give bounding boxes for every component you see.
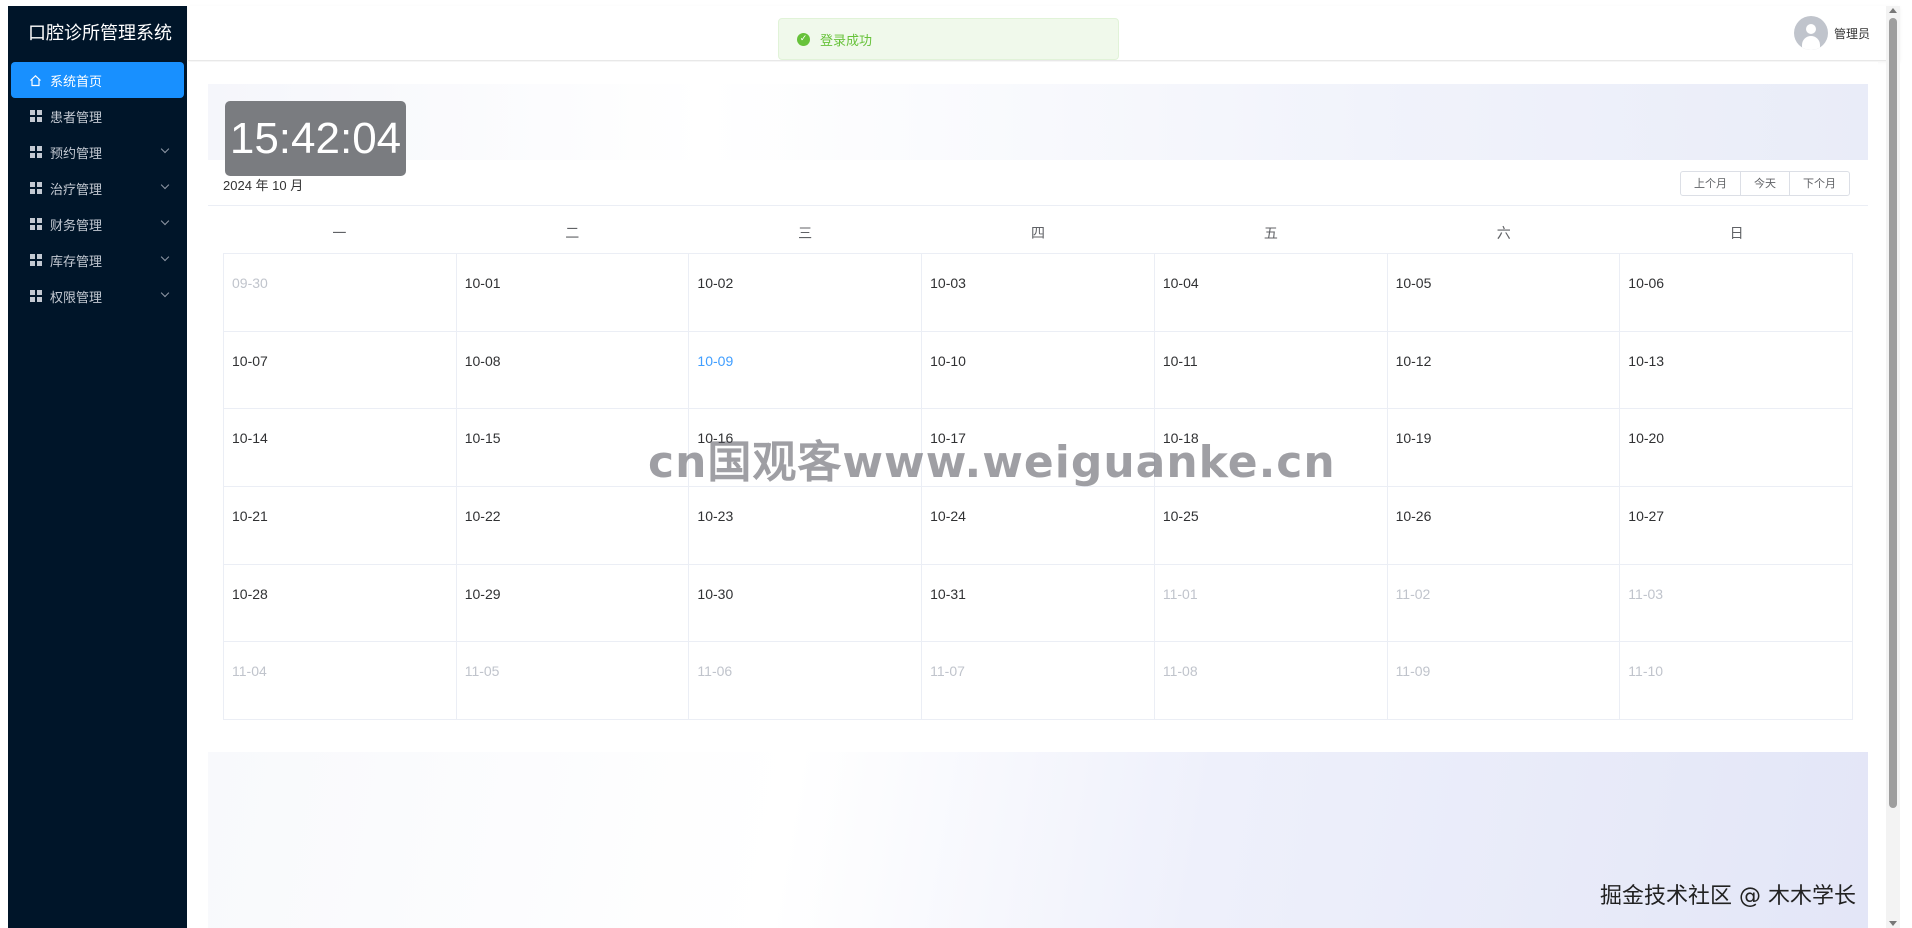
sidebar-item-label: 库存管理	[50, 254, 103, 270]
main-content: 15:42:04 2024 年 10 月 上个月 今天 下个月 一二三四五六日 …	[188, 62, 1878, 928]
calendar-day-cell[interactable]: 11-07	[922, 642, 1155, 720]
calendar-day-cell[interactable]: 10-13	[1620, 331, 1853, 410]
grid-icon	[29, 290, 42, 303]
calendar-day-cell[interactable]: 11-09	[1387, 642, 1621, 720]
calendar-day-cell[interactable]: 10-21	[224, 486, 457, 565]
sidebar-item-label: 预约管理	[50, 146, 103, 162]
grid-icon	[29, 218, 42, 231]
app-window: 口腔诊所管理系统 系统首页患者管理预约管理治疗管理财务管理库存管理权限管理 ✓ …	[8, 6, 1900, 928]
calendar-day-cell[interactable]: 11-06	[689, 642, 923, 720]
calendar-day-cell[interactable]: 10-01	[456, 254, 690, 332]
calendar-day-cell[interactable]: 09-30	[224, 254, 457, 332]
calendar-day-cell[interactable]: 11-05	[456, 642, 690, 720]
calendar-day-cell[interactable]: 11-02	[1387, 564, 1621, 643]
sidebar-item-0[interactable]: 系统首页	[11, 62, 184, 98]
weekday-label: 三	[798, 226, 813, 242]
weekday-label: 日	[1729, 226, 1744, 242]
success-toast: ✓ 登录成功	[778, 18, 1119, 60]
chevron-down-icon	[160, 288, 170, 298]
banner-background: 15:42:04	[208, 84, 1868, 176]
weekday-label: 六	[1496, 226, 1511, 242]
check-circle-icon: ✓	[797, 32, 810, 46]
calendar-day-cell[interactable]: 10-04	[1154, 254, 1388, 332]
page-scrollbar[interactable]	[1886, 6, 1900, 928]
calendar-day-cell[interactable]: 10-24	[922, 486, 1155, 565]
calendar-day-cell[interactable]: 10-05	[1387, 254, 1621, 332]
calendar-day-cell[interactable]: 10-07	[224, 331, 457, 410]
next-month-button[interactable]: 下个月	[1789, 171, 1850, 196]
calendar-day-cell[interactable]: 10-22	[456, 486, 690, 565]
scroll-thumb[interactable]	[1889, 18, 1897, 808]
sidebar-item-3[interactable]: 治疗管理	[11, 170, 184, 206]
calendar-day-cell[interactable]: 10-02	[689, 254, 923, 332]
home-icon	[29, 74, 42, 87]
calendar-day-cell[interactable]: 10-11	[1154, 331, 1388, 410]
calendar-title: 2024 年 10 月	[223, 178, 304, 193]
weekday-label: 四	[1030, 226, 1045, 242]
calendar-day-cell[interactable]: 10-26	[1387, 486, 1621, 565]
calendar-day-cell[interactable]: 10-12	[1387, 331, 1621, 410]
calendar-day-cell[interactable]: 10-29	[456, 564, 690, 643]
sidebar: 口腔诊所管理系统 系统首页患者管理预约管理治疗管理财务管理库存管理权限管理	[8, 6, 187, 928]
prev-month-button[interactable]: 上个月	[1680, 171, 1741, 196]
grid-icon	[29, 146, 42, 159]
scroll-up-icon[interactable]	[1889, 8, 1897, 13]
weekday-label: 一	[332, 226, 347, 242]
sidebar-item-label: 权限管理	[50, 290, 103, 306]
sidebar-item-5[interactable]: 库存管理	[11, 242, 184, 278]
chevron-down-icon	[160, 180, 170, 190]
calendar-weekdays: 一二三四五六日	[223, 217, 1853, 251]
calendar-day-cell[interactable]: 11-08	[1154, 642, 1388, 720]
calendar-day-cell[interactable]: 10-14	[224, 409, 457, 487]
calendar-day-cell[interactable]: 10-23	[689, 486, 923, 565]
chevron-down-icon	[160, 144, 170, 154]
calendar-day-cell[interactable]: 10-03	[922, 254, 1155, 332]
calendar-day-cell[interactable]: 10-06	[1620, 254, 1853, 332]
weekday-label: 二	[565, 226, 580, 242]
source-watermark: 掘金技术社区 @ 木木学长	[1600, 884, 1856, 909]
calendar-day-cell[interactable]: 10-31	[922, 564, 1155, 643]
calendar-day-cell[interactable]: 10-09	[689, 331, 923, 410]
calendar-day-cell[interactable]: 10-27	[1620, 486, 1853, 565]
calendar-header: 2024 年 10 月 上个月 今天 下个月	[208, 162, 1868, 206]
calendar-day-cell[interactable]: 11-03	[1620, 564, 1853, 643]
chevron-down-icon	[160, 252, 170, 262]
scroll-down-icon[interactable]	[1889, 921, 1897, 926]
calendar-day-cell[interactable]: 10-20	[1620, 409, 1853, 487]
grid-icon	[29, 254, 42, 267]
calendar-day-cell[interactable]: 11-10	[1620, 642, 1853, 720]
avatar-icon[interactable]	[1793, 16, 1828, 50]
chevron-down-icon	[160, 216, 170, 226]
calendar-day-cell[interactable]: 11-01	[1154, 564, 1388, 643]
weekday-label: 五	[1263, 226, 1278, 242]
grid-icon	[29, 110, 42, 123]
top-header: ✓ 登录成功 管理员	[188, 6, 1900, 61]
sidebar-item-4[interactable]: 财务管理	[11, 206, 184, 242]
site-watermark: cn国观客www.weiguanke.cn	[648, 437, 1336, 488]
app-title: 口腔诊所管理系统	[28, 23, 172, 44]
grid-icon	[29, 182, 42, 195]
calendar-day-cell[interactable]: 10-28	[224, 564, 457, 643]
calendar-day-cell[interactable]: 10-25	[1154, 486, 1388, 565]
sidebar-item-label: 系统首页	[50, 74, 103, 90]
calendar-day-cell[interactable]: 11-04	[224, 642, 457, 720]
calendar-day-cell[interactable]: 10-08	[456, 331, 690, 410]
user-name[interactable]: 管理员	[1834, 25, 1870, 42]
toast-message: 登录成功	[820, 33, 873, 49]
sidebar-item-label: 治疗管理	[50, 182, 103, 198]
sidebar-item-label: 财务管理	[50, 218, 103, 234]
calendar-nav: 上个月 今天 下个月	[1680, 171, 1850, 196]
calendar-day-cell[interactable]: 10-30	[689, 564, 923, 643]
calendar-day-cell[interactable]: 10-19	[1387, 409, 1621, 487]
today-button[interactable]: 今天	[1740, 171, 1790, 196]
sidebar-menu: 系统首页患者管理预约管理治疗管理财务管理库存管理权限管理	[8, 62, 187, 314]
sidebar-item-2[interactable]: 预约管理	[11, 134, 184, 170]
calendar-day-cell[interactable]: 10-10	[922, 331, 1155, 410]
user-menu[interactable]: 管理员	[1793, 16, 1870, 50]
sidebar-item-label: 患者管理	[50, 110, 103, 126]
sidebar-item-1[interactable]: 患者管理	[11, 98, 184, 134]
sidebar-item-6[interactable]: 权限管理	[11, 278, 184, 314]
